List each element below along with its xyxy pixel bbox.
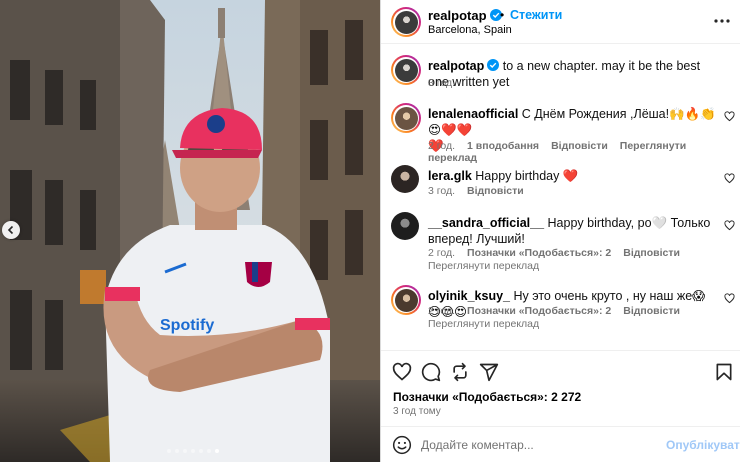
comment-username[interactable]: lenalenaofficial [428, 107, 518, 121]
comment-meta: 2 год. 1 вподобання Відповісти Переглянути … [428, 140, 687, 164]
comment-avatar[interactable] [391, 285, 421, 315]
header-separator: • [500, 8, 505, 22]
comment-meta: 2 год. Позначки «Подобається»: 2 Відповіст… [428, 305, 680, 317]
chevron-left-icon [7, 225, 14, 235]
post-timestamp[interactable]: 3 год тому [393, 406, 441, 417]
follow-button[interactable]: Стежити [510, 8, 562, 22]
comment-likes[interactable]: Позначки «Подобається»: 2 [467, 247, 611, 259]
reply-button[interactable]: Відповісти [467, 185, 524, 197]
add-comment-bar: Опублікувати [381, 426, 740, 462]
comment-likes[interactable]: Позначки «Подобається»: 2 [467, 305, 611, 317]
carousel-dot [175, 449, 179, 453]
bookmark-icon[interactable] [714, 362, 734, 382]
heart-icon[interactable] [724, 173, 735, 184]
comment-input[interactable] [421, 435, 661, 455]
heart-icon[interactable] [724, 293, 735, 304]
post-media: Spotify [0, 0, 380, 462]
comment-avatar[interactable] [391, 165, 419, 193]
carousel-dot [191, 449, 195, 453]
comment-text: Happy birthday ❤️ [475, 169, 579, 183]
reply-button[interactable]: Відповісти [551, 140, 608, 152]
author-avatar[interactable] [391, 7, 421, 37]
more-icon[interactable] [713, 12, 731, 30]
carousel-dot [199, 449, 203, 453]
likes-count[interactable]: Позначки «Подобається»: 2 272 [393, 390, 581, 404]
carousel-prev-button[interactable] [2, 221, 20, 239]
svg-text:Spotify: Spotify [160, 317, 214, 334]
comment-username[interactable]: olyinik_ksuy_ [428, 289, 510, 303]
publish-button[interactable]: Опублікувати [666, 438, 740, 452]
carousel-dot [207, 449, 211, 453]
comment-likes[interactable]: 1 вподобання [467, 140, 539, 152]
translate-link[interactable]: Переглянути переклад [428, 318, 539, 330]
post-header: realpotap • Стежити Barcelona, Spain [381, 0, 740, 44]
post-side-panel: realpotap • Стежити Barcelona, Spain rea… [380, 0, 740, 462]
heart-icon[interactable] [392, 362, 412, 382]
translate-link[interactable]: Переглянути переклад [428, 260, 539, 272]
carousel-dot [215, 449, 219, 453]
reply-button[interactable]: Відповісти [623, 305, 680, 317]
repost-icon[interactable] [450, 362, 470, 382]
comment-item: lenalenaofficial С Днём Рождения ,Лёша!🙌… [381, 103, 740, 164]
post-location[interactable]: Barcelona, Spain [428, 24, 512, 36]
share-icon[interactable] [479, 362, 499, 382]
caption: realpotap to a new chapter. may it be th… [381, 55, 740, 95]
comment-icon[interactable] [421, 362, 441, 382]
author-username[interactable]: realpotap [428, 8, 502, 23]
carousel-indicator [167, 449, 219, 453]
comment-username[interactable]: lera.glk [428, 169, 472, 183]
comment-meta: 2 год. Позначки «Подобається»: 2 Відповіст… [428, 247, 680, 259]
comments-list: realpotap to a new chapter. may it be th… [381, 45, 740, 348]
carousel-dot [167, 449, 171, 453]
comment-item: olyinik_ksuy_ Ну это очень круто , ну на… [381, 285, 740, 345]
post-photo: Spotify [0, 0, 380, 462]
emoji-icon[interactable] [392, 435, 412, 455]
caption-avatar[interactable] [391, 55, 421, 85]
comment-item: lera.glk Happy birthday ❤️ 3 год. Відпові… [381, 165, 740, 201]
post-actions [381, 350, 740, 390]
comment-avatar[interactable] [391, 103, 421, 133]
heart-icon[interactable] [724, 220, 735, 231]
caption-meta: 3 год. [428, 77, 456, 89]
verified-icon [487, 59, 500, 71]
caption-username[interactable]: realpotap [428, 59, 484, 73]
comment-username[interactable]: __sandra_official__ [428, 216, 544, 230]
carousel-dot [183, 449, 187, 453]
comment-item: __sandra_official__ Happy birthday, ро🤍 … [381, 212, 740, 272]
comment-avatar[interactable] [391, 212, 419, 240]
reply-button[interactable]: Відповісти [623, 247, 680, 259]
comment-meta: 3 год. Відповісти [428, 185, 524, 197]
heart-icon[interactable] [724, 111, 735, 122]
